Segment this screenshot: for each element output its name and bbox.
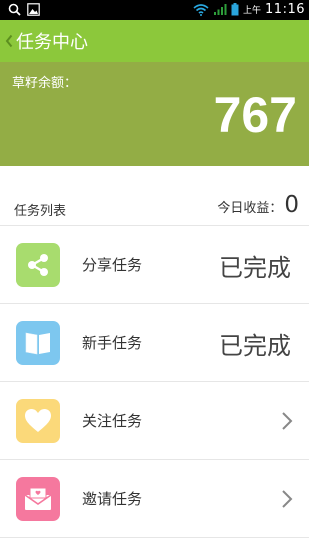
task-row-invite[interactable]: 邀请任务 xyxy=(0,460,309,538)
task-list-title: 任务列表 xyxy=(14,204,67,219)
task-list-header: 任务列表 今日收益： 0 xyxy=(0,190,309,226)
image-icon xyxy=(27,3,40,16)
signal-icon xyxy=(214,4,227,15)
wifi-icon xyxy=(193,4,209,16)
balance-label: 草籽余额： xyxy=(12,76,78,91)
search-icon xyxy=(8,3,21,16)
task-name: 分享任务 xyxy=(82,256,143,274)
chevron-right-icon xyxy=(282,412,293,430)
today-earnings-value: 0 xyxy=(284,192,299,218)
task-row-share[interactable]: 分享任务 已完成 xyxy=(0,226,309,304)
book-icon xyxy=(16,321,60,365)
status-ampm: 上午 xyxy=(243,6,262,16)
balance-value: 767 xyxy=(213,87,297,143)
status-bar: 上午 11:16 xyxy=(0,0,309,20)
chevron-right-icon xyxy=(282,490,293,508)
task-name: 新手任务 xyxy=(82,334,143,352)
back-button[interactable] xyxy=(2,20,16,62)
task-name: 邀请任务 xyxy=(82,490,143,508)
task-status: 已完成 xyxy=(219,332,291,360)
task-row-beginner[interactable]: 新手任务 已完成 xyxy=(0,304,309,382)
task-name: 关注任务 xyxy=(82,412,143,430)
battery-icon xyxy=(231,3,239,16)
heart-icon xyxy=(16,399,60,443)
envelope-icon xyxy=(16,477,60,521)
share-icon xyxy=(16,243,60,287)
today-earnings-label: 今日收益： xyxy=(217,201,283,216)
status-time: 11:16 xyxy=(265,2,305,17)
balance-panel: 草籽余额： 767 xyxy=(0,62,309,166)
app-header: 任务中心 xyxy=(0,20,309,62)
chevron-left-icon xyxy=(5,34,13,48)
page-title: 任务中心 xyxy=(16,32,88,53)
task-status: 已完成 xyxy=(219,254,291,282)
task-row-follow[interactable]: 关注任务 xyxy=(0,382,309,460)
spacer xyxy=(0,166,309,192)
